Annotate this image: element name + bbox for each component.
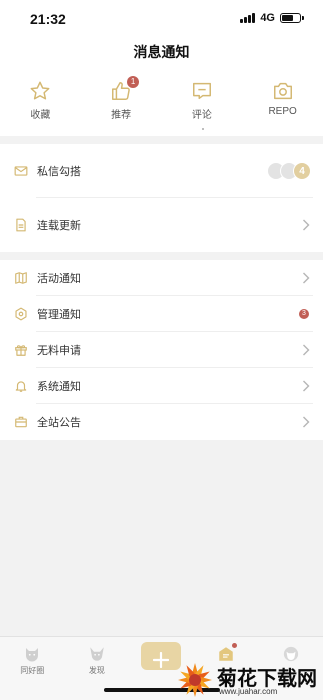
status-time: 21:32 <box>30 11 66 27</box>
quick-action-label: REPO <box>268 106 297 117</box>
row-label: 全站公告 <box>37 417 81 429</box>
bell-icon <box>14 379 28 393</box>
row-label: 系统通知 <box>37 381 81 393</box>
chevron-right-icon <box>303 344 310 356</box>
row-label: 活动通知 <box>37 273 81 285</box>
briefcase-icon <box>14 415 28 429</box>
network-type: 4G <box>260 12 275 24</box>
row-site-announcement[interactable]: 全站公告 <box>0 404 323 440</box>
chevron-right-icon <box>303 219 310 231</box>
message-count-badge: 4 <box>293 162 311 180</box>
chevron-right-icon <box>303 416 310 428</box>
tab-label: 发现 <box>88 666 105 675</box>
admin-notice-badge: 3 <box>299 309 309 319</box>
quick-action-label: 推荐 <box>111 110 132 121</box>
row-activity-notice[interactable]: 活动通知 <box>0 260 323 296</box>
row-label: 管理通知 <box>37 309 81 321</box>
quick-action-favorites[interactable]: 收藏 <box>0 68 81 136</box>
star-icon <box>30 81 50 100</box>
row-admin-notice[interactable]: 管理通知 3 <box>0 296 323 332</box>
row-label: 连载更新 <box>37 220 81 232</box>
row-label: 私信勾搭 <box>37 166 81 178</box>
map-icon <box>14 271 28 285</box>
notification-section: 活动通知 管理通知 3 无料申请 系统通知 全站公告 <box>0 260 323 440</box>
camera-icon <box>273 82 292 100</box>
quick-action-comments[interactable]: 评论 <box>162 68 243 136</box>
chevron-right-icon <box>303 272 310 284</box>
row-freebie-request[interactable]: 无料申请 <box>0 332 323 368</box>
watermark-url: www.juahar.com <box>219 687 278 696</box>
row-label: 无料申请 <box>37 345 81 357</box>
quick-action-repo[interactable]: REPO <box>242 68 323 136</box>
signal-icon <box>240 13 256 23</box>
avatar-stack: 4 <box>267 162 311 180</box>
quick-action-label: 评论 <box>191 110 212 121</box>
cat-icon <box>26 648 39 662</box>
row-serial-updates[interactable]: 连载更新 <box>0 198 323 252</box>
status-bar: 21:32 4G <box>0 0 323 36</box>
document-icon <box>14 218 28 232</box>
page-title: 消息通知 <box>133 44 190 60</box>
page-header: 消息通知 <box>0 36 323 68</box>
comment-icon <box>192 82 211 100</box>
row-system-notice[interactable]: 系统通知 <box>0 368 323 404</box>
mail-icon <box>14 164 28 178</box>
row-private-messages[interactable]: 私信勾搭 4 <box>0 144 323 198</box>
hexagon-settings-icon <box>14 307 28 321</box>
plus-icon <box>153 652 170 668</box>
flower-logo-icon <box>178 663 212 697</box>
watermark: 菊花下载网 www.juahar.com <box>173 660 323 700</box>
gift-icon <box>14 343 28 357</box>
fox-icon <box>90 647 104 661</box>
chevron-right-icon <box>303 380 310 392</box>
tab-label: 同好圈 <box>20 666 45 675</box>
quick-actions: 收藏 1 推荐 评论 REPO <box>0 68 323 136</box>
quick-action-label: 收藏 <box>30 110 51 121</box>
messages-unread-dot <box>232 643 238 648</box>
battery-icon <box>280 13 304 23</box>
message-section: 私信勾搭 4 连载更新 <box>0 144 323 252</box>
tab-community[interactable]: 同好圈 <box>0 637 65 700</box>
recommend-badge: 1 <box>127 76 140 88</box>
quick-action-recommend[interactable]: 1 推荐 <box>81 68 162 136</box>
